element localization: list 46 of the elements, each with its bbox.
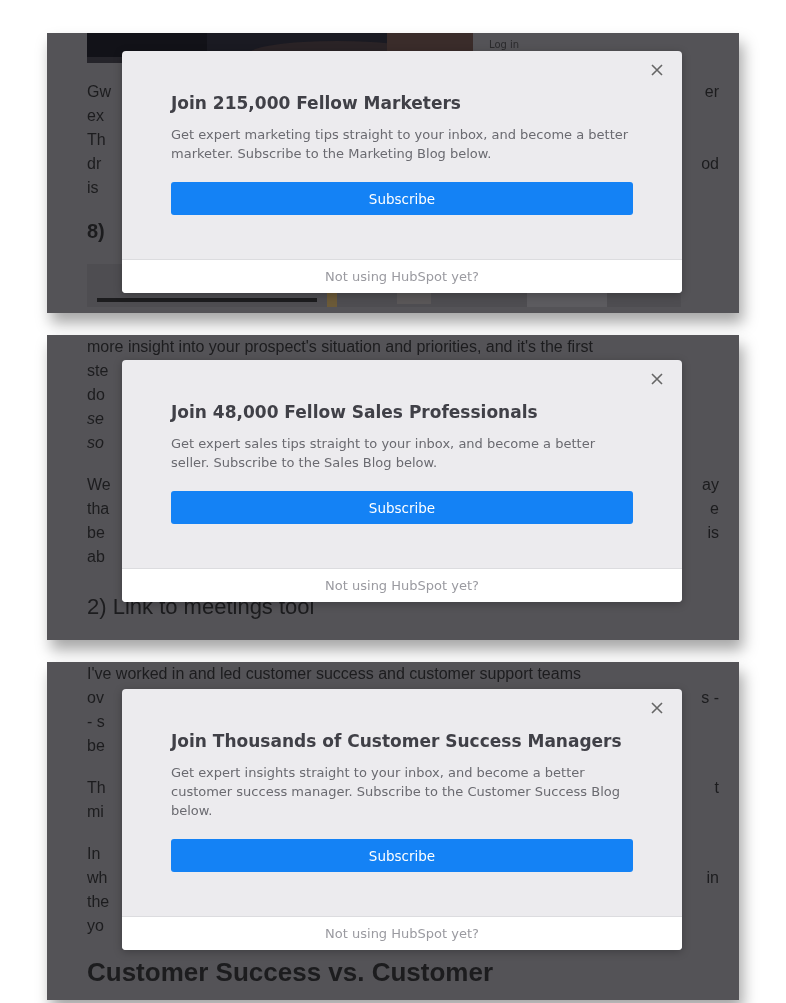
dialog-title: Join Thousands of Customer Success Managers bbox=[171, 730, 623, 753]
article-text: wh bbox=[87, 868, 108, 888]
article-text: er bbox=[704, 82, 719, 102]
dialog-description: Get expert marketing tips straight to your inbox, and become a better marketer. Subscribe to the Marketing Blog below. bbox=[171, 126, 630, 163]
article-text: is bbox=[707, 523, 719, 543]
article-text: od bbox=[701, 154, 719, 174]
article-text: more insight into your prospect's situation and priorities, and it's the first bbox=[87, 337, 593, 357]
article-text: be bbox=[87, 736, 105, 756]
article-text: ste bbox=[87, 361, 109, 381]
article-text: Gw bbox=[87, 82, 111, 102]
article-text: - s bbox=[87, 712, 105, 732]
footer-link[interactable]: Not using HubSpot yet? bbox=[325, 269, 479, 284]
article-text: the bbox=[87, 892, 110, 912]
article-text: s - bbox=[701, 688, 719, 708]
dialog-title: Join 48,000 Fellow Sales Professionals bbox=[171, 401, 539, 424]
dialog-description: Get expert insights straight to your inbox, and become a better customer success manager. Subscribe to the Customer Success Blog below. bbox=[171, 764, 621, 820]
article-text: tha bbox=[87, 499, 110, 519]
dialog-title: Join 215,000 Fellow Marketers bbox=[171, 92, 462, 115]
article-text: ab bbox=[87, 547, 105, 567]
article-text: ov bbox=[87, 688, 104, 708]
article-text: We bbox=[87, 475, 111, 495]
article-text: do bbox=[87, 385, 105, 405]
article-text: so bbox=[87, 433, 104, 453]
subscribe-button[interactable]: Subscribe bbox=[171, 182, 633, 215]
article-text: is bbox=[87, 178, 99, 198]
subscribe-button[interactable]: Subscribe bbox=[171, 839, 633, 872]
article-text: se bbox=[87, 409, 104, 429]
article-text: in bbox=[706, 868, 719, 888]
article-text: be bbox=[87, 523, 105, 543]
article-heading: Customer Success vs. Customer bbox=[87, 956, 495, 988]
article-text: dr bbox=[87, 154, 102, 174]
article-text: e bbox=[710, 499, 719, 519]
section-heading: 8) bbox=[87, 219, 106, 244]
article-text: In bbox=[87, 844, 101, 864]
article-text: Th bbox=[87, 778, 106, 798]
article-text: I've worked in and led customer success and customer support teams bbox=[87, 664, 581, 684]
article-text: ex bbox=[87, 106, 104, 126]
dialog-description: Get expert sales tips straight to your inbox, and become a better seller. Subscribe to the Sales Blog below. bbox=[171, 435, 596, 472]
footer-link[interactable]: Not using HubSpot yet? bbox=[325, 578, 479, 593]
article-text: Th bbox=[87, 130, 106, 150]
subscribe-button[interactable]: Subscribe bbox=[171, 491, 633, 524]
article-text: yo bbox=[87, 916, 104, 936]
footer-link[interactable]: Not using HubSpot yet? bbox=[325, 926, 479, 941]
article-text: t bbox=[714, 778, 719, 798]
article-text: mi bbox=[87, 802, 104, 822]
article-text: ay bbox=[702, 475, 719, 495]
